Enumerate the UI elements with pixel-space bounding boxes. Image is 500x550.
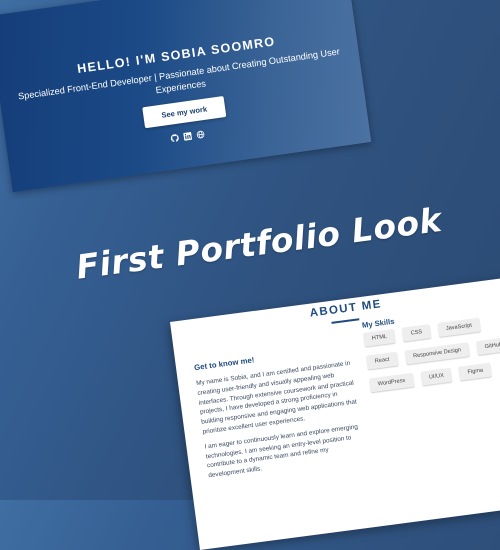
- about-section: ABOUT ME Get to know me! My name is Sobi…: [170, 276, 500, 550]
- hero-content: HELLO! I'M SOBIA SOOMRO Specialized Fron…: [0, 23, 367, 161]
- skill-chip: JavaScript: [437, 317, 481, 338]
- skill-chip: Figma: [458, 362, 492, 381]
- skill-chip: UI/UX: [420, 367, 453, 386]
- skill-chip: HTML: [363, 328, 396, 347]
- github-icon[interactable]: [170, 129, 179, 143]
- intro-heading: Get to know me!: [193, 355, 255, 373]
- skill-chip: Responsive Design: [404, 342, 470, 365]
- skill-chip: WordPress: [369, 372, 415, 393]
- title-underline: [331, 318, 360, 324]
- skills-heading: My Skills: [361, 316, 395, 330]
- intro-text: My name is Sobia, and I am certified and…: [196, 359, 367, 487]
- portfolio-headline: First Portfolio Look: [74, 199, 445, 287]
- skill-chip: React: [366, 351, 399, 370]
- skill-chip: GitHub: [475, 336, 500, 356]
- skill-chip: CSS: [401, 324, 432, 342]
- hero-section: HELLO! I'M SOBIA SOOMRO Specialized Fron…: [0, 0, 372, 193]
- linkedin-icon[interactable]: [182, 127, 193, 141]
- globe-icon[interactable]: [195, 125, 205, 139]
